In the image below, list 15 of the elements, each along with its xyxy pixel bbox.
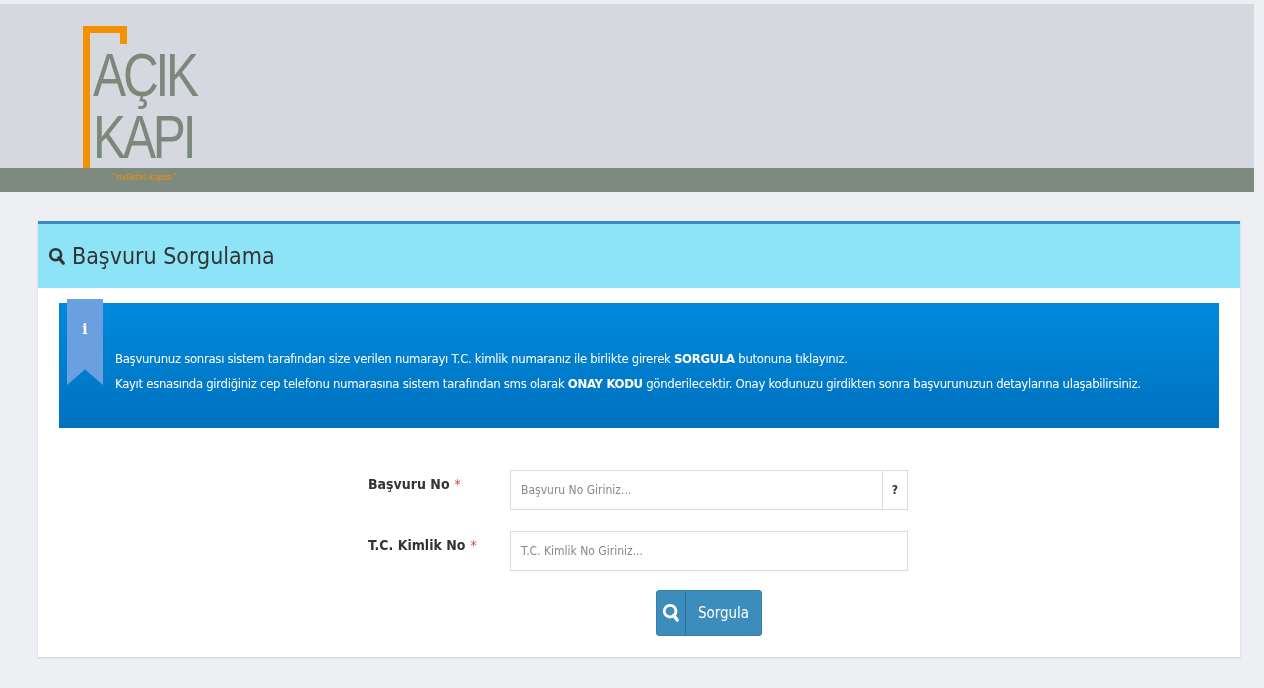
- input-field[interactable]: T.C. Kimlik No Giriniz...: [510, 531, 908, 571]
- search-icon: [662, 603, 680, 623]
- field-label: T.C. Kimlik No: [368, 537, 466, 553]
- required-mark: *: [470, 537, 477, 553]
- info-text: Başvurunuz sonrası sistem tarafından size verilen numarayı T.C. kimlik numaranız ile birlikte girerek SORGULA butonuna tıklayınız.: [115, 349, 849, 368]
- input-field[interactable]: Başvuru No Giriniz...: [510, 470, 883, 510]
- submit-button[interactable]: Sorgula: [656, 590, 762, 636]
- info-text: Kayıt esnasında girdiğiniz cep telefonu numarasına sistem tarafından sms olarak ONAY KODU gönderilecektir. Onay kodunuzu girdikten sonra başvurunuzun detaylarına ulaşabilirsiniz.: [115, 374, 1141, 393]
- field-label: Başvuru No: [368, 476, 450, 492]
- ribbon-icon: i: [67, 299, 103, 385]
- required-mark: *: [454, 476, 461, 492]
- logo-tagline: “milletin kapısı”: [112, 172, 177, 182]
- help-button[interactable]: ?: [883, 470, 908, 510]
- search-icon: [48, 246, 66, 266]
- panel-title: Başvuru Sorgulama: [72, 243, 275, 269]
